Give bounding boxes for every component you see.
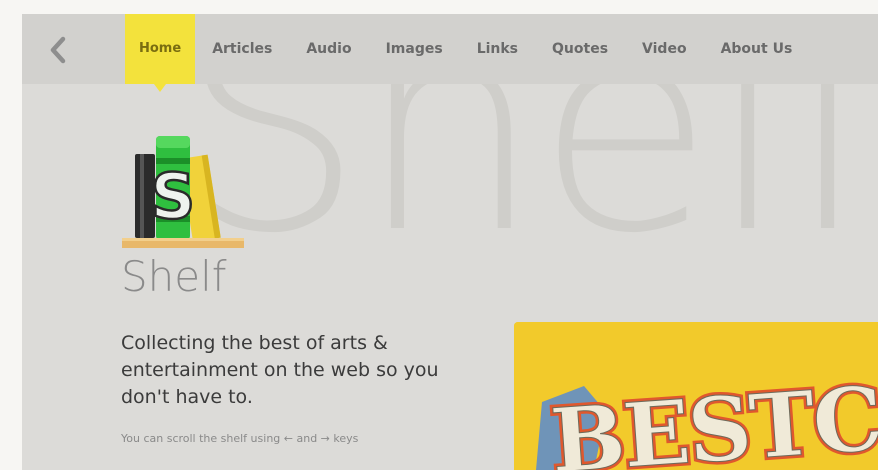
nav-item-articles[interactable]: Articles — [195, 14, 289, 84]
chevron-left-icon[interactable] — [48, 36, 68, 64]
page-frame: Shelf Home Articles Audio Images Links Q… — [22, 14, 878, 470]
best-coast-art: BESTCOA BESTCOA — [514, 322, 878, 470]
tagline: Collecting the best of arts & entertainm… — [121, 332, 439, 408]
shelf-logo-icon: S — [122, 136, 244, 248]
nav-item-about-us[interactable]: About Us — [704, 14, 810, 84]
top-navbar: Home Articles Audio Images Links Quotes … — [22, 14, 878, 92]
keyboard-hint: You can scroll the shelf using ← and → k… — [121, 432, 359, 445]
featured-card[interactable]: BESTCOA BESTCOA — [514, 322, 878, 470]
nav-menu: Home Articles Audio Images Links Quotes … — [125, 14, 810, 92]
brand-name: Shelf — [121, 252, 227, 301]
nav-item-links[interactable]: Links — [460, 14, 535, 84]
nav-item-audio[interactable]: Audio — [289, 14, 368, 84]
nav-item-images[interactable]: Images — [369, 14, 460, 84]
svg-text:S: S — [151, 160, 196, 233]
nav-item-video[interactable]: Video — [625, 14, 704, 84]
nav-item-quotes[interactable]: Quotes — [535, 14, 625, 84]
nav-item-home[interactable]: Home — [125, 14, 196, 92]
